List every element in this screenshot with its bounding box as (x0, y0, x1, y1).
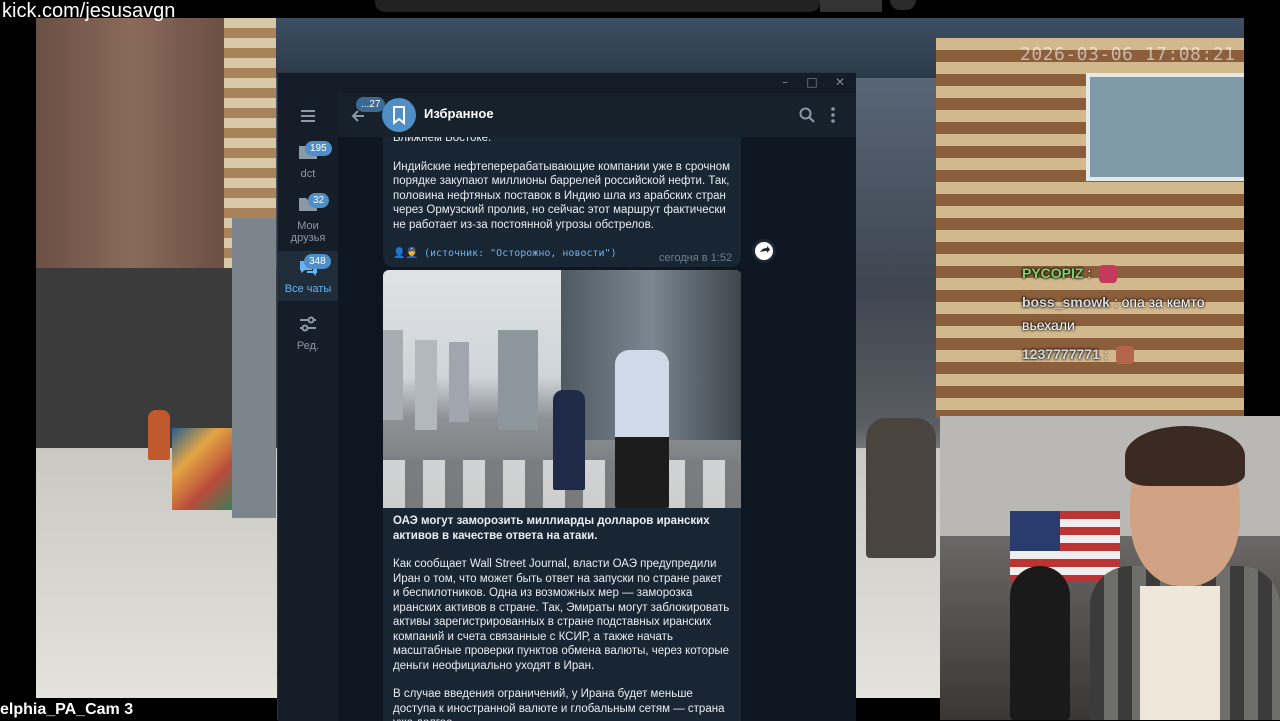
stream-url: kick.com/jesusavgn (2, 0, 176, 22)
filters-edit-icon (300, 316, 316, 332)
pedestrian (553, 390, 585, 490)
skyscraper (415, 340, 437, 430)
unread-badge: 32 (308, 193, 330, 208)
message-bubble[interactable]: Ближнем Востоке. Индийские нефтеперераба… (383, 137, 741, 267)
more-vertical-icon (831, 107, 835, 123)
news-photo[interactable] (383, 270, 741, 508)
message-text: В случае введения ограничений, у Ирана б… (393, 688, 725, 721)
message-text: Ближнем Востоке. (393, 137, 492, 144)
camera-timestamp: 2026-03-06 17:08:21 (1020, 44, 1236, 65)
sidebar-item-dct[interactable]: 195 dct (278, 141, 338, 187)
message-headline: ОАЭ могут заморозить миллиарды долларов … (393, 515, 710, 542)
sidebar-item-all-chats[interactable]: 348 Все чаты (278, 251, 338, 301)
hamburger-icon (301, 110, 315, 122)
chat-username: boss_smowk (1022, 294, 1110, 310)
building-window (1086, 73, 1244, 181)
chat-text-continued: вьехали (1022, 317, 1075, 333)
chat-title[interactable]: Избранное (424, 106, 494, 121)
message-text: Как сообщает Wall Street Journal, власти… (393, 558, 730, 672)
message-source: 👤👮 (источник: "Осторожно, новости") (393, 247, 617, 262)
sidebar-item-edit[interactable]: Ред. (278, 313, 338, 353)
fire-hydrant (148, 410, 170, 460)
sidebar-item-label: dct (300, 168, 316, 180)
streamer-webcam (940, 416, 1280, 720)
close-icon[interactable]: ✕ (833, 75, 847, 89)
camera-label: elphia_PA_Cam 3 (0, 701, 134, 718)
pillar (232, 218, 276, 518)
search-icon (799, 107, 815, 123)
emote-icon (1099, 265, 1118, 284)
person-emoji-icon: 👤👮 (393, 248, 418, 259)
sidebar-item-label: Все чаты (284, 283, 332, 295)
window-titlebar: – □ ✕ (278, 73, 856, 93)
add-button[interactable] (890, 0, 916, 10)
chat-message: PYCOPIZ : (1022, 262, 1118, 284)
streamer-shirt (1140, 586, 1220, 720)
pedestrian (615, 350, 669, 508)
unread-badge: 348 (304, 254, 331, 269)
sidebar-item-friends[interactable]: 32 Мои друзья (278, 193, 338, 249)
search-button[interactable] (820, 0, 882, 12)
search-bar[interactable] (375, 0, 820, 12)
chat-username: 1237777771 (1022, 346, 1100, 362)
chat-message: boss_smowk : опа за кемто (1022, 291, 1204, 313)
forward-icon (755, 242, 773, 260)
forward-button[interactable] (752, 239, 776, 263)
menu-button[interactable] (278, 105, 338, 127)
skyscraper (498, 330, 538, 430)
minimize-icon[interactable]: – (778, 75, 792, 89)
skyscraper (383, 330, 403, 420)
skyscraper (449, 342, 469, 422)
chat-username: PYCOPIZ (1022, 265, 1084, 281)
flag-canton (1010, 511, 1060, 551)
streamer-hair (1125, 426, 1245, 486)
folder-sidebar: 195 dct 32 Мои друзья 348 Все чаты Ред. (278, 93, 338, 721)
chat-header: ...27 Избранное (338, 93, 856, 137)
chat-text: : опа за кемто (1113, 294, 1205, 310)
saved-messages-avatar[interactable] (382, 98, 416, 132)
painted-utility-box (172, 428, 232, 510)
search-button[interactable] (798, 106, 816, 124)
message-bubble[interactable]: ОАЭ могут заморозить миллиарды долларов … (383, 508, 741, 721)
message-time: сегодня в 1:52 (659, 252, 733, 264)
unread-badge: 195 (305, 141, 332, 156)
emote-icon (1115, 346, 1134, 365)
more-menu-button[interactable] (828, 106, 838, 124)
telegram-window: – □ ✕ 195 dct 32 Мои друзья 348 Все чаты… (277, 72, 856, 721)
sidebar-item-label: Мои друзья (290, 220, 326, 244)
chat-text: : (1087, 265, 1092, 281)
microphone (1010, 566, 1070, 720)
maximize-icon[interactable]: □ (805, 75, 819, 89)
pedestrians (866, 418, 936, 558)
source-text: (источник: "Осторожно, новости") (423, 248, 617, 259)
chat-message: 1237777771 : (1022, 343, 1134, 365)
message-text: Индийские нефтеперерабатывающие компании… (393, 160, 731, 231)
chat-text: : (1103, 346, 1108, 362)
bookmark-icon (393, 106, 405, 126)
message-list[interactable]: Ближнем Востоке. Индийские нефтеперераба… (338, 137, 856, 721)
sidebar-item-label: Ред. (296, 340, 320, 352)
